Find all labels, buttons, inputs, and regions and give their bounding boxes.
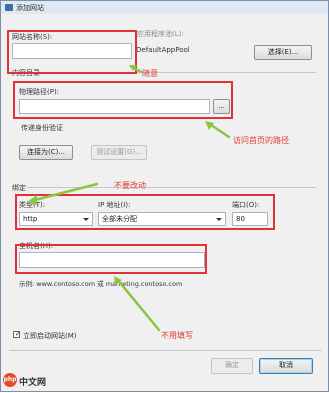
watermark-text: 中文网	[19, 378, 47, 388]
host-arrow-line	[115, 277, 161, 332]
binding-arrow-line	[29, 182, 99, 203]
php-logo-icon: php	[3, 373, 17, 387]
add-website-dialog: 添加网站 网站名称(S): 应用程序池(L): DefaultAppPool 选…	[0, 0, 329, 392]
binding-arrowhead	[27, 195, 37, 205]
annotation-arrows	[27, 65, 231, 332]
